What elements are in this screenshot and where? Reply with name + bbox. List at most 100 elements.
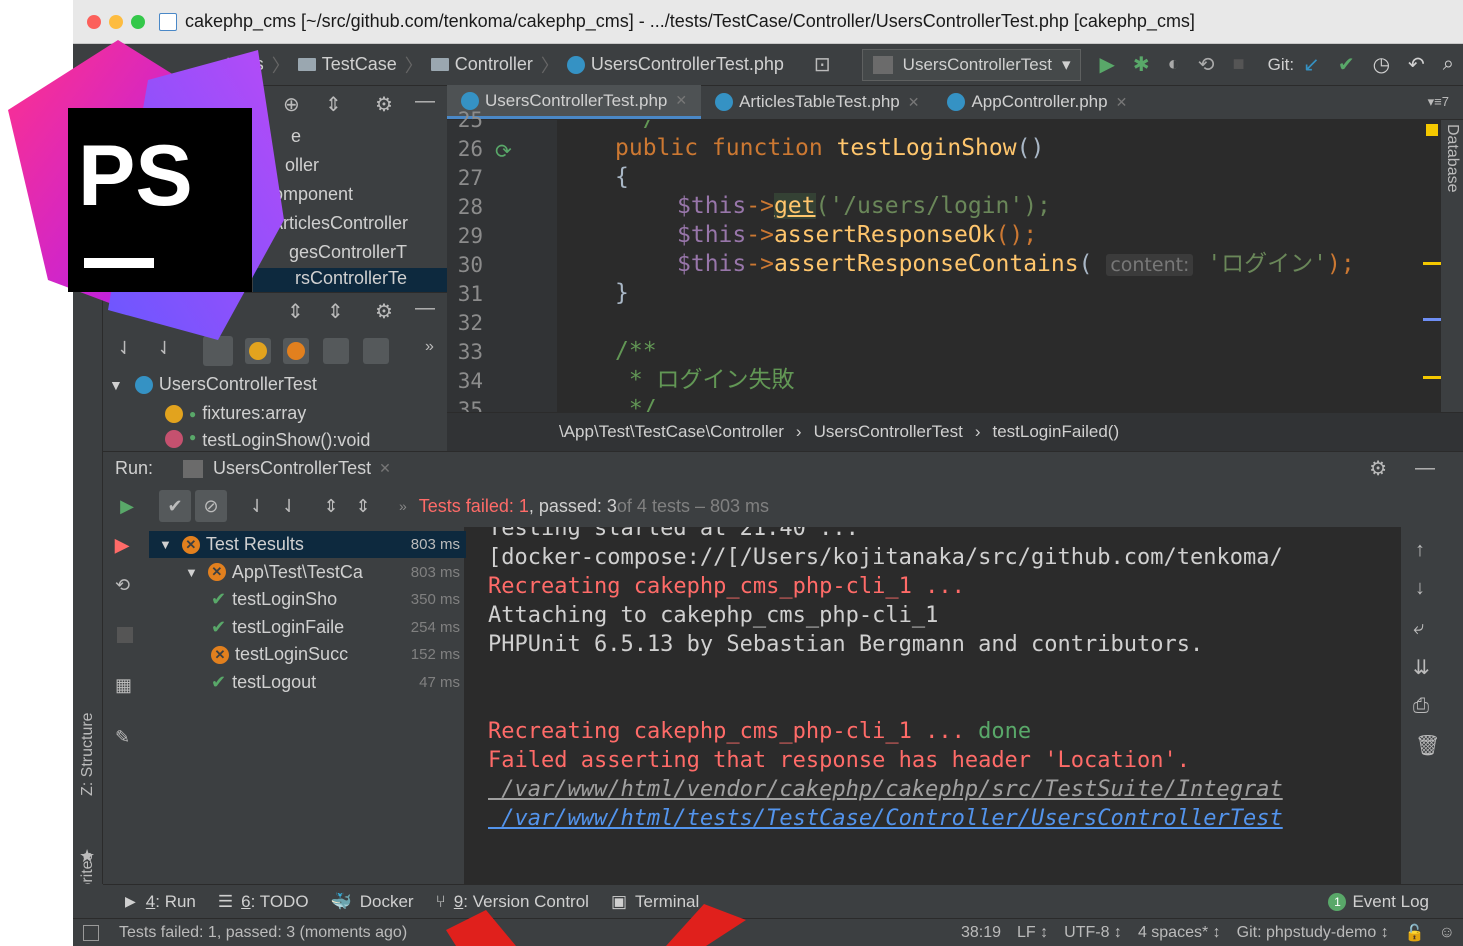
nav-crumb-testcase[interactable]: TestCase (297, 54, 397, 75)
tool-tab-run[interactable]: ▶ 4: Run (125, 892, 196, 912)
search-icon[interactable]: ⌕ (1443, 53, 1454, 76)
run-icon[interactable]: ▶ (1099, 52, 1114, 77)
stop-icon[interactable]: ■ (1233, 53, 1245, 76)
gear-icon[interactable]: ⚙ (375, 92, 393, 117)
nav-crumb-controller[interactable]: Controller (430, 54, 533, 75)
show-non-public-icon[interactable] (363, 338, 389, 364)
rerun-icon[interactable]: ▶ (111, 490, 143, 522)
more-icon[interactable]: » (399, 498, 407, 514)
test-result-row[interactable]: ✔ testLogout 47 ms (149, 669, 466, 696)
project-item[interactable]: gesControllerT (289, 242, 447, 263)
debug-icon[interactable]: ✱ (1133, 52, 1150, 77)
run-test-gutter-icon[interactable]: ⟳ (495, 139, 512, 164)
project-item[interactable]: oller (285, 155, 319, 176)
hide-icon[interactable]: — (415, 297, 435, 320)
test-result-row[interactable]: ▼ ✕ Test Results 803 ms (149, 531, 466, 558)
expand-all-icon[interactable]: ⇕ (315, 490, 347, 522)
line-separator-select[interactable]: LF ↕ (1017, 924, 1048, 942)
show-constants-icon[interactable] (283, 338, 309, 364)
expand-arrow-icon[interactable]: ▼ (159, 537, 172, 552)
show-properties-icon[interactable] (323, 338, 349, 364)
close-tab-icon[interactable]: ✕ (675, 92, 687, 109)
arrow-up-icon[interactable]: ↑ (1415, 539, 1425, 562)
expand-icon[interactable]: ⇕ (327, 299, 344, 324)
scroll-to-end-icon[interactable]: ⇊ (1413, 655, 1430, 680)
project-item[interactable]: ArticlesController (271, 213, 447, 234)
sort-alpha-icon[interactable]: ⇃ (241, 490, 273, 522)
pin-icon[interactable]: ✎ (115, 727, 130, 748)
sort-duration-icon[interactable]: ⇃ (273, 490, 305, 522)
git-commit-icon[interactable]: ✔ (1338, 52, 1355, 77)
run-console[interactable]: Testing started at 21:40 ... [docker-comp… (466, 527, 1401, 884)
split-view-icon[interactable]: ⊡ (814, 52, 831, 77)
breadcrumb-method[interactable]: testLoginFailed() (993, 422, 1120, 442)
breadcrumb-namespace[interactable]: \App\Test\TestCase\Controller (559, 422, 784, 442)
collapse-icon[interactable]: ⇕ (325, 92, 342, 117)
collapse-all-icon[interactable]: ⇕ (347, 490, 379, 522)
show-ignored-icon[interactable]: ⊘ (195, 490, 227, 522)
gear-icon[interactable]: ⚙ (1369, 456, 1387, 481)
structure-root[interactable]: ▼ UsersControllerTest (109, 374, 317, 395)
expand-arrow-icon[interactable]: ▼ (185, 565, 198, 580)
git-branch-select[interactable]: Git: phpstudy-demo ↕ (1237, 924, 1389, 942)
nav-crumb-file[interactable]: UsersControllerTest.php (566, 54, 784, 75)
warning-mark[interactable] (1423, 376, 1441, 379)
code-area[interactable]: */ public function testLoginShow() { $th… (557, 120, 1421, 412)
error-stripe[interactable] (1421, 120, 1441, 412)
run-configuration-select[interactable]: UsersControllerTest ▾ (861, 48, 1082, 81)
console-link[interactable]: /var/www/html/vendor/cakephp/cakephp/src… (488, 775, 1282, 804)
tab-app-controller[interactable]: AppController.php ✕ (933, 85, 1141, 119)
hide-icon[interactable]: — (415, 90, 435, 113)
rerun-failed-icon[interactable]: ▶ (115, 535, 129, 556)
coverage-icon[interactable]: ◐ (1168, 53, 1180, 76)
indent-select[interactable]: 4 spaces* ↕ (1138, 924, 1221, 942)
warning-mark[interactable] (1423, 262, 1441, 265)
collapse-icon[interactable]: ⇕ (287, 299, 304, 324)
close-tab-icon[interactable]: ✕ (1116, 94, 1128, 111)
more-icon[interactable]: » (425, 338, 434, 356)
print-icon[interactable]: ⎙ (1413, 695, 1429, 718)
structure-item[interactable]: ● fixtures:array (165, 403, 306, 424)
lock-icon[interactable]: 🔓 (1405, 923, 1425, 943)
tab-users-controller-test[interactable]: UsersControllerTest.php ✕ (447, 85, 702, 119)
git-history-icon[interactable]: ◷ (1373, 52, 1390, 77)
trash-icon[interactable]: 🗑 (1415, 733, 1440, 758)
caret-position[interactable]: 38:19 (961, 924, 1001, 942)
project-item[interactable]: e (291, 126, 301, 147)
stop-icon[interactable] (117, 627, 133, 643)
locate-icon[interactable]: ⊕ (283, 92, 300, 117)
test-result-row[interactable]: ✔ testLoginSho 350 ms (149, 586, 466, 613)
tool-tab-docker[interactable]: 🐳 Docker (331, 892, 414, 912)
tab-overflow-button[interactable]: ▾≡7 (1414, 85, 1463, 119)
event-log-button[interactable]: 1 Event Log (1328, 892, 1429, 912)
tool-tab-todo[interactable]: ☰ 6: TODO (218, 892, 309, 912)
console-link[interactable]: /var/www/html/tests/TestCase/Controller/… (488, 804, 1282, 833)
breadcrumb-class[interactable]: UsersControllerTest (814, 422, 963, 442)
close-tab-icon[interactable]: ✕ (379, 460, 391, 477)
tool-tab-database[interactable]: Database (1443, 124, 1461, 193)
profile-icon[interactable]: ⟲ (1198, 52, 1215, 77)
status-message[interactable]: Tests failed: 1, passed: 3 (moments ago) (119, 924, 407, 942)
toggle-tool-windows-icon[interactable] (83, 924, 99, 941)
gear-icon[interactable]: ⚙ (375, 299, 393, 324)
inspector-icon[interactable]: ☺ (1439, 924, 1455, 942)
test-result-row[interactable]: ▼ ✕ App\Test\TestCa 803 ms (149, 559, 466, 586)
close-tab-icon[interactable]: ✕ (908, 94, 920, 111)
tab-articles-table-test[interactable]: ArticlesTableTest.php ✕ (701, 85, 933, 119)
test-result-row[interactable]: ✕ testLoginSucc 152 ms (149, 641, 466, 668)
run-tab-label[interactable]: UsersControllerTest (213, 458, 371, 479)
hide-icon[interactable]: — (1415, 457, 1435, 480)
show-passed-icon[interactable]: ✔ (159, 490, 191, 522)
toggle-auto-test-icon[interactable]: ⟲ (115, 575, 130, 596)
tool-tab-structure[interactable]: Z: Structure (79, 712, 97, 796)
soft-wrap-icon[interactable]: ⤶ (1413, 617, 1424, 640)
encoding-select[interactable]: UTF-8 ↕ (1064, 924, 1122, 942)
git-update-icon[interactable]: ↙ (1303, 52, 1320, 77)
layout-icon[interactable]: ▦ (115, 675, 132, 696)
structure-item[interactable]: ● testLoginShow():void (165, 430, 370, 451)
git-revert-icon[interactable]: ↶ (1408, 52, 1425, 77)
test-result-row[interactable]: ✔ testLoginFaile 254 ms (149, 614, 466, 641)
arrow-down-icon[interactable]: ↓ (1415, 577, 1425, 600)
warning-mark[interactable] (1423, 318, 1441, 321)
project-item[interactable]: omponent (273, 184, 353, 205)
